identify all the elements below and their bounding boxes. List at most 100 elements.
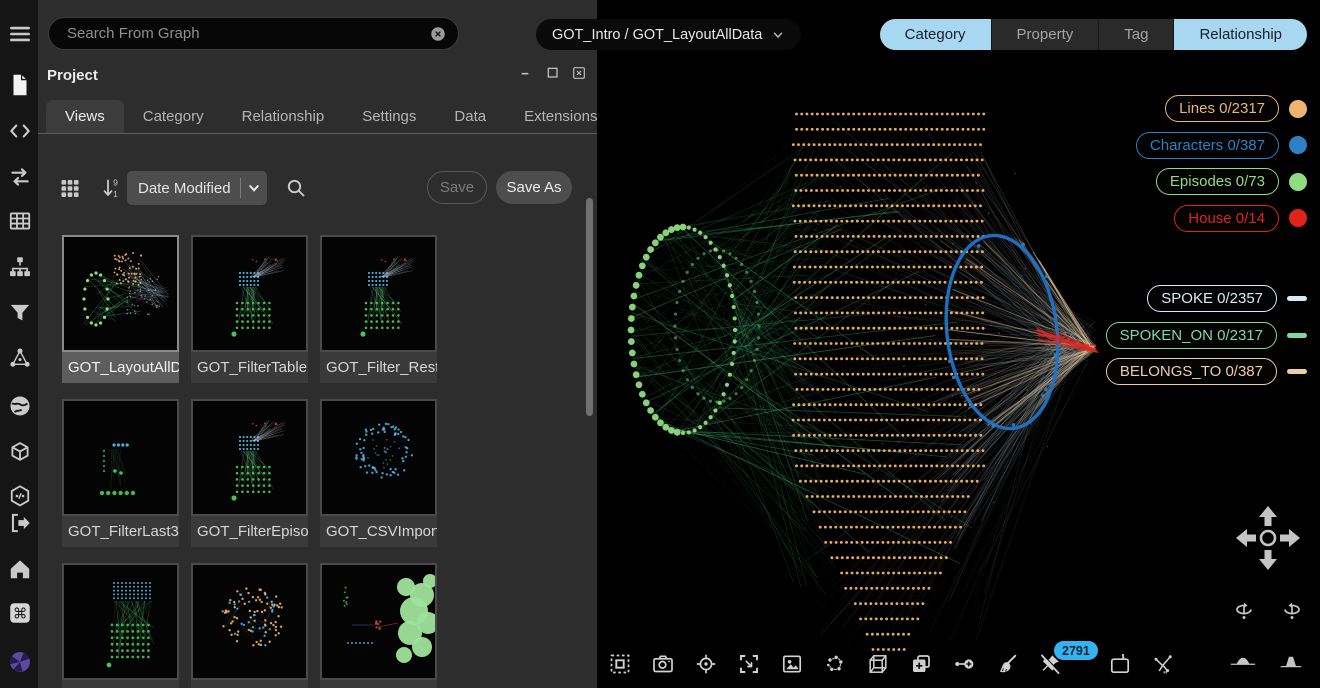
- search-input[interactable]: [49, 25, 429, 42]
- arrow-left-icon: [1236, 529, 1256, 547]
- view-thumbnail[interactable]: [62, 399, 179, 516]
- legend-line-swatch[interactable]: [1287, 296, 1307, 301]
- view-thumbnail[interactable]: [62, 563, 179, 680]
- legend-color-dot[interactable]: [1289, 173, 1307, 191]
- view-label: GOT_LayoutAllD: [62, 352, 179, 383]
- close-icon[interactable]: [571, 65, 587, 81]
- hierarchy-icon[interactable]: [7, 254, 33, 280]
- view-label: GOT_CSVImport: [320, 516, 437, 547]
- legend-line-swatch[interactable]: [1287, 369, 1307, 374]
- add-window-icon[interactable]: [909, 652, 933, 676]
- home-icon[interactable]: [7, 556, 33, 582]
- left-icon-rail: ⌘: [0, 0, 38, 688]
- cube-3d-icon[interactable]: [866, 652, 890, 676]
- grid-view-icon[interactable]: [58, 176, 82, 200]
- image-icon[interactable]: [780, 652, 804, 676]
- view-tile[interactable]: [191, 563, 308, 688]
- add-node-icon[interactable]: [952, 652, 976, 676]
- view-tile-got_csvimport[interactable]: GOT_CSVImport: [320, 399, 437, 547]
- tilt-down-icon[interactable]: [1229, 648, 1257, 674]
- rotate-right-icon[interactable]: [1278, 597, 1306, 623]
- tab-relationship[interactable]: Relationship: [223, 100, 344, 133]
- view-thumbnail[interactable]: [191, 235, 308, 352]
- view-thumbnail[interactable]: [320, 399, 437, 516]
- legend-color-dot[interactable]: [1289, 209, 1307, 227]
- fit-selection-icon[interactable]: [737, 652, 761, 676]
- legend-color-dot[interactable]: [1289, 136, 1307, 154]
- search-views-icon[interactable]: [284, 176, 308, 200]
- code-icon[interactable]: [7, 118, 33, 144]
- unpin-icon[interactable]: 2791: [1038, 652, 1062, 676]
- minimize-icon[interactable]: [519, 65, 535, 81]
- legend-color-dot[interactable]: [1289, 100, 1307, 118]
- table-icon[interactable]: [7, 208, 33, 234]
- marquee-select-icon[interactable]: [608, 652, 632, 676]
- view-thumbnail[interactable]: [191, 399, 308, 516]
- save-as-button[interactable]: Save As: [496, 171, 572, 204]
- tab-extensions[interactable]: Extensions: [505, 100, 597, 133]
- clear-search-icon[interactable]: [429, 25, 447, 43]
- file-icon[interactable]: [7, 72, 33, 98]
- pan-navigation-pad[interactable]: [1230, 500, 1306, 576]
- legend-pill[interactable]: Episodes 0/73: [1156, 168, 1279, 195]
- tilt-up-icon[interactable]: [1277, 648, 1305, 674]
- filter-icon[interactable]: [7, 300, 33, 326]
- link-cut-icon[interactable]: [1151, 652, 1175, 676]
- view-tile-got_filter_rest[interactable]: GOT_Filter_Rest: [320, 235, 437, 383]
- legend-mode-tabs: CategoryPropertyTagRelationship: [880, 19, 1307, 50]
- view-thumbnail[interactable]: [320, 563, 437, 680]
- pin-board-icon[interactable]: [1108, 652, 1132, 676]
- arrow-right-icon: [1280, 529, 1300, 547]
- camera-icon[interactable]: [651, 652, 675, 676]
- save-button[interactable]: Save: [427, 171, 487, 204]
- view-label: GOT_FilterEpiso: [191, 516, 308, 547]
- kineviz-logo[interactable]: [7, 649, 33, 675]
- mode-tab-relationship[interactable]: Relationship: [1174, 19, 1307, 50]
- sort-desc-icon[interactable]: 91: [100, 176, 124, 200]
- project-tabs: ViewsCategoryRelationshipSettingsDataExt…: [38, 100, 597, 134]
- center-view-icon: [1261, 531, 1275, 545]
- sort-field-dropdown[interactable]: Date Modified: [127, 171, 267, 205]
- graph-title-dropdown[interactable]: GOT_Intro / GOT_LayoutAllData: [536, 19, 801, 50]
- rotate-left-icon[interactable]: [1230, 597, 1258, 623]
- view-tile[interactable]: [62, 563, 179, 688]
- menu-icon[interactable]: [7, 21, 33, 47]
- hexagon-node-icon[interactable]: [7, 483, 33, 509]
- legend-pill[interactable]: SPOKE 0/2357: [1147, 285, 1277, 312]
- maximize-icon[interactable]: [545, 65, 561, 81]
- view-tile-got_filterepiso[interactable]: GOT_FilterEpiso: [191, 399, 308, 547]
- center-target-icon[interactable]: [694, 652, 718, 676]
- view-tile-got_layoutalld[interactable]: GOT_LayoutAllD: [62, 235, 179, 383]
- view-thumbnail[interactable]: [320, 235, 437, 352]
- legend-pill[interactable]: BELONGS_TO 0/387: [1106, 358, 1277, 385]
- legend-pill[interactable]: SPOKEN_ON 0/2317: [1106, 322, 1277, 349]
- scatter-icon[interactable]: [823, 652, 847, 676]
- cube-icon[interactable]: [7, 440, 33, 466]
- swap-arrows-icon[interactable]: [7, 164, 33, 190]
- project-panel: Project ViewsCategoryRelationshipSetting…: [38, 0, 597, 688]
- command-icon[interactable]: ⌘: [7, 600, 33, 626]
- legend-pill[interactable]: Lines 0/2317: [1165, 95, 1279, 122]
- tab-settings[interactable]: Settings: [343, 100, 435, 133]
- legend-pill[interactable]: House 0/14: [1174, 205, 1279, 232]
- view-tile-got_filterlast3[interactable]: GOT_FilterLast3: [62, 399, 179, 547]
- legend-pill[interactable]: Characters 0/387: [1136, 132, 1279, 159]
- view-label: [191, 680, 308, 688]
- graph-canvas[interactable]: CategoryPropertyTagRelationship Lines 0/…: [597, 0, 1320, 688]
- view-thumbnail[interactable]: [62, 235, 179, 352]
- mode-tab-tag[interactable]: Tag: [1099, 19, 1174, 50]
- view-tile[interactable]: [320, 563, 437, 688]
- mode-tab-category[interactable]: Category: [880, 19, 992, 50]
- network-icon[interactable]: [7, 345, 33, 371]
- globe-icon[interactable]: [7, 393, 33, 419]
- tab-data[interactable]: Data: [435, 100, 505, 133]
- legend-line-swatch[interactable]: [1287, 333, 1307, 338]
- tab-category[interactable]: Category: [124, 100, 223, 133]
- mode-tab-property[interactable]: Property: [992, 19, 1100, 50]
- tab-views[interactable]: Views: [46, 100, 124, 133]
- sign-out-icon[interactable]: [7, 510, 33, 536]
- view-tile-got_filtertable[interactable]: GOT_FilterTable: [191, 235, 308, 383]
- panel-scrollbar[interactable]: [586, 198, 593, 416]
- view-thumbnail[interactable]: [191, 563, 308, 680]
- broom-icon[interactable]: [995, 652, 1019, 676]
